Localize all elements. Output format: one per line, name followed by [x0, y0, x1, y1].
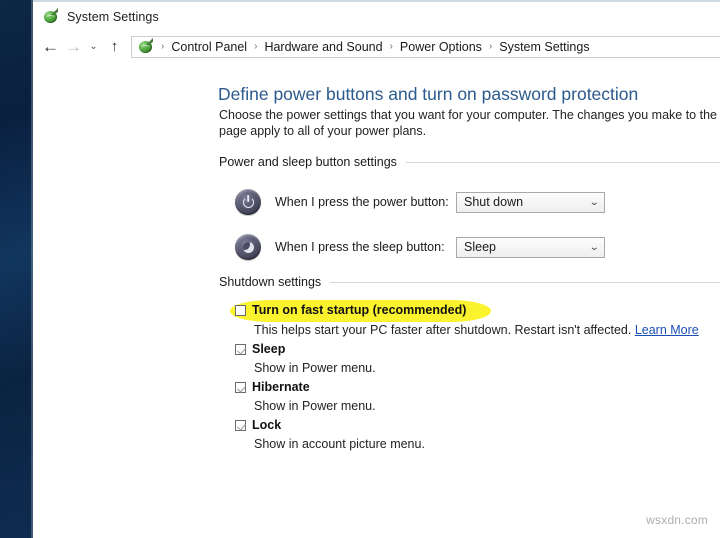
label-sleep-button: When I press the sleep button:: [275, 240, 456, 254]
sleep-moon-icon: [235, 234, 261, 260]
forward-arrow-icon[interactable]: →: [62, 35, 85, 58]
group-divider: [330, 282, 720, 283]
breadcrumb-item-control-panel[interactable]: Control Panel: [169, 40, 249, 54]
group-header-shutdown: Shutdown settings: [219, 275, 720, 289]
breadcrumb-item-power-options[interactable]: Power Options: [398, 40, 484, 54]
checkbox-fast-startup[interactable]: [235, 305, 246, 316]
checkbox-sleep[interactable]: [235, 344, 246, 355]
chevron-down-icon: ⌄: [589, 197, 599, 208]
checkbox-label-fast-startup: Turn on fast startup (recommended): [252, 303, 466, 317]
checkbox-label-hibernate: Hibernate: [252, 380, 310, 394]
description-fast-startup-text: This helps start your PC faster after sh…: [254, 323, 631, 337]
control-panel-globe-icon: [42, 8, 59, 25]
setting-row-sleep-button: When I press the sleep button: Sleep ⌄: [235, 234, 605, 260]
screen: System Settings ← → ⌄ ↑ › Control Panel …: [0, 0, 720, 538]
setting-row-power-button: When I press the power button: Shut down…: [235, 189, 605, 215]
up-arrow-icon[interactable]: ↑: [103, 35, 126, 58]
breadcrumb-separator: ›: [385, 41, 398, 52]
power-button-icon: [235, 189, 261, 215]
dropdown-power-button-value: Shut down: [464, 195, 523, 209]
chevron-down-icon: ⌄: [589, 242, 599, 253]
breadcrumb-item-system-settings[interactable]: System Settings: [497, 40, 591, 54]
checkbox-row-hibernate[interactable]: Hibernate: [235, 380, 310, 394]
recent-locations-chevron-down-icon[interactable]: ⌄: [85, 35, 102, 58]
desktop-background: [0, 0, 33, 538]
dropdown-sleep-button-action[interactable]: Sleep ⌄: [456, 237, 605, 258]
checkbox-row-lock[interactable]: Lock: [235, 418, 281, 432]
description-hibernate: Show in Power menu.: [254, 399, 376, 413]
dropdown-sleep-button-value: Sleep: [464, 240, 496, 254]
group-label-shutdown: Shutdown settings: [219, 275, 330, 289]
content-area: Define power buttons and turn on passwor…: [33, 62, 720, 538]
breadcrumb-item-hardware-and-sound[interactable]: Hardware and Sound: [262, 40, 384, 54]
description-sleep: Show in Power menu.: [254, 361, 376, 375]
checkbox-lock[interactable]: [235, 420, 246, 431]
titlebar: System Settings: [33, 2, 720, 31]
breadcrumb-separator: ›: [484, 41, 497, 52]
navigation-bar: ← → ⌄ ↑ › Control Panel › Hardware and S…: [33, 31, 720, 62]
address-breadcrumb-bar[interactable]: › Control Panel › Hardware and Sound › P…: [131, 36, 720, 58]
breadcrumb-globe-icon[interactable]: [137, 38, 154, 55]
checkbox-row-fast-startup[interactable]: Turn on fast startup (recommended): [235, 303, 466, 317]
checkbox-label-lock: Lock: [252, 418, 281, 432]
description-lock: Show in account picture menu.: [254, 437, 425, 451]
system-settings-window: System Settings ← → ⌄ ↑ › Control Panel …: [33, 0, 720, 538]
group-header-power-sleep: Power and sleep button settings: [219, 155, 720, 169]
label-power-button: When I press the power button:: [275, 195, 456, 209]
checkbox-hibernate[interactable]: [235, 382, 246, 393]
checkbox-row-sleep[interactable]: Sleep: [235, 342, 285, 356]
learn-more-link[interactable]: Learn More: [635, 323, 699, 337]
group-label-power-sleep: Power and sleep button settings: [219, 155, 406, 169]
page-title: Define power buttons and turn on passwor…: [218, 84, 638, 105]
window-title: System Settings: [67, 10, 159, 24]
description-fast-startup: This helps start your PC faster after sh…: [254, 323, 699, 337]
breadcrumb-separator: ›: [249, 41, 262, 52]
group-divider: [406, 162, 720, 163]
page-description: Choose the power settings that you want …: [219, 108, 720, 139]
dropdown-power-button-action[interactable]: Shut down ⌄: [456, 192, 605, 213]
watermark: wsxdn.com: [646, 513, 708, 527]
back-arrow-icon[interactable]: ←: [39, 35, 62, 58]
breadcrumb-separator: ›: [156, 41, 169, 52]
checkbox-label-sleep: Sleep: [252, 342, 285, 356]
